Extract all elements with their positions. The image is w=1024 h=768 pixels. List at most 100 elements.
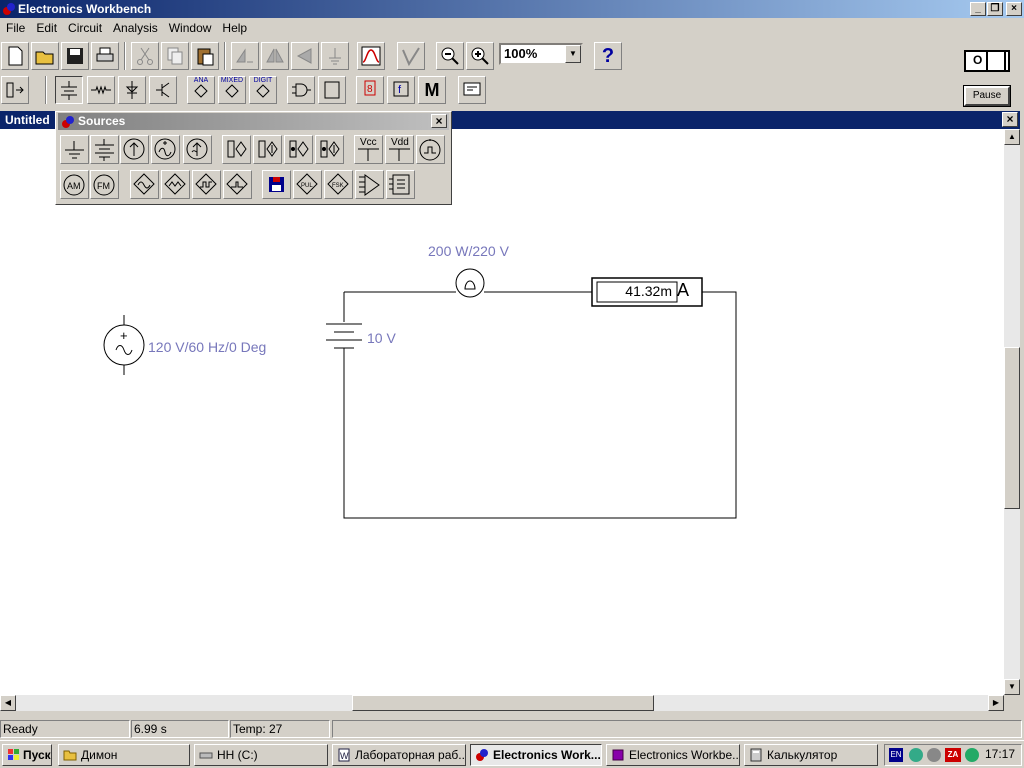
task-drive-c[interactable]: HH (C:) [194,744,328,766]
vertical-scrollbar[interactable]: ▲ ▼ [1004,129,1020,695]
menu-analysis[interactable]: Analysis [107,18,163,35]
tray-volume-icon[interactable] [927,748,941,762]
digital-bin-button[interactable] [318,76,346,104]
restore-button[interactable]: ❐ [987,2,1003,16]
pulse-source-button[interactable]: PUL [293,170,322,199]
rotate-button[interactable] [231,42,259,70]
open-button[interactable] [31,42,59,70]
task-dimon[interactable]: Димон [58,744,190,766]
new-button[interactable] [1,42,29,70]
copy-button[interactable] [161,42,189,70]
subcircuit-icon [402,47,420,67]
vc-triangle-oscillator-button[interactable] [161,170,190,199]
clock: 17:17 [985,747,1016,761]
nonlinear-dependent-source-button[interactable] [386,170,415,199]
battery-button[interactable] [90,135,119,164]
ac-current-source-button[interactable] [183,135,212,164]
sources-palette-title-bar[interactable]: Sources × [58,113,449,130]
logic-gates-bin-button[interactable] [287,76,315,104]
vertical-scroll-thumb[interactable] [1004,347,1020,509]
minimize-button[interactable]: _ [970,2,986,16]
power-switch-knob [986,50,1006,72]
pause-button[interactable]: Pause [963,85,1011,107]
save-button[interactable] [61,42,89,70]
vc-monostable-button[interactable] [223,170,252,199]
vccs-button[interactable] [253,135,282,164]
scroll-right-icon[interactable]: ▶ [988,695,1004,711]
menu-circuit[interactable]: Circuit [62,18,107,35]
sources-bin-button[interactable] [55,76,83,104]
scroll-down-icon[interactable]: ▼ [1004,679,1020,695]
menu-window[interactable]: Window [163,18,217,35]
help-button[interactable]: ? [594,42,622,70]
ac-voltage-source[interactable]: + [103,315,145,375]
transistors-bin-button[interactable] [149,76,177,104]
vcc-source-button[interactable]: Vcc [354,135,383,164]
fsk-source-button[interactable]: FSK [324,170,353,199]
horizontal-scroll-thumb[interactable] [352,695,654,711]
misc-bin-button[interactable]: M [418,76,446,104]
vcvs-button[interactable] [222,135,251,164]
clock-source-button[interactable] [416,135,445,164]
polynomial-source-button[interactable] [355,170,384,199]
zoom-select[interactable]: 100% ▼ [499,43,583,65]
scroll-up-icon[interactable]: ▲ [1004,129,1020,145]
digital-ics-bin-button[interactable]: DIGIT [249,76,277,104]
fm-source-button[interactable]: FM [90,170,119,199]
task-electronics-workbench-active[interactable]: Electronics Work... [470,744,602,766]
power-switch[interactable]: O [964,50,1010,72]
ccvs-button[interactable] [284,135,313,164]
battery[interactable] [326,292,362,358]
save-icon [67,48,83,64]
vcc-label: Vcc [360,137,377,148]
cccs-button[interactable] [315,135,344,164]
lamp[interactable] [455,268,485,298]
analysis-graphs-button[interactable] [357,42,385,70]
paste-button[interactable] [191,42,219,70]
ac-voltage-source-button[interactable] [151,135,180,164]
help-book-icon [612,749,624,761]
zoom-in-button[interactable] [466,42,494,70]
task-calculator[interactable]: Калькулятор [744,744,878,766]
favorites-bin-button[interactable] [1,76,29,104]
document-close-button[interactable]: × [1002,112,1018,127]
dc-current-source-button[interactable] [120,135,149,164]
cut-button[interactable] [131,42,159,70]
analog-ics-bin-button[interactable]: ANA [187,76,215,104]
component-properties-button[interactable] [321,42,349,70]
task-lab-document[interactable]: W Лабораторная раб... [332,744,466,766]
scroll-left-icon[interactable]: ◀ [0,695,16,711]
circuit-canvas[interactable]: + 200 W/220 V 10 V 120 V/60 Hz/0 Deg 41.… [0,129,1004,695]
tray-network-icon[interactable] [909,748,923,762]
vdd-source-button[interactable]: Vdd [385,135,414,164]
controls-bin-button[interactable]: f [387,76,415,104]
instruments-bin-button[interactable] [458,76,486,104]
instrument-icon [463,82,481,96]
indicators-bin-button[interactable]: 8 [356,76,384,104]
horizontal-scrollbar[interactable]: ◀ ▶ [0,695,1004,711]
tray-app-icon[interactable] [965,748,979,762]
basic-bin-button[interactable] [87,76,115,104]
diodes-bin-button[interactable] [118,76,146,104]
print-button[interactable] [91,42,119,70]
menu-edit[interactable]: Edit [30,18,62,35]
vc-square-oscillator-button[interactable] [192,170,221,199]
am-source-button[interactable]: AM [60,170,89,199]
chevron-down-icon[interactable]: ▼ [565,45,581,63]
language-indicator[interactable]: EN [889,748,903,762]
close-button[interactable]: × [1006,2,1022,16]
menu-file[interactable]: File [0,18,30,35]
create-subcircuit-button[interactable] [397,42,425,70]
mixed-ics-bin-button[interactable]: MIXED [218,76,246,104]
tray-zonealarm-icon[interactable]: ZA [945,748,961,762]
ground-button[interactable] [60,135,89,164]
piecewise-source-button[interactable] [262,170,291,199]
zoom-out-button[interactable] [436,42,464,70]
vc-sine-oscillator-button[interactable] [130,170,159,199]
sources-palette-close-button[interactable]: × [431,114,447,128]
task-electronics-workbench-help[interactable]: Electronics Workbe... [606,744,740,766]
flip-horizontal-button[interactable] [261,42,289,70]
flip-vertical-button[interactable] [291,42,319,70]
start-button[interactable]: Пуск [2,744,52,766]
menu-help[interactable]: Help [216,18,252,35]
